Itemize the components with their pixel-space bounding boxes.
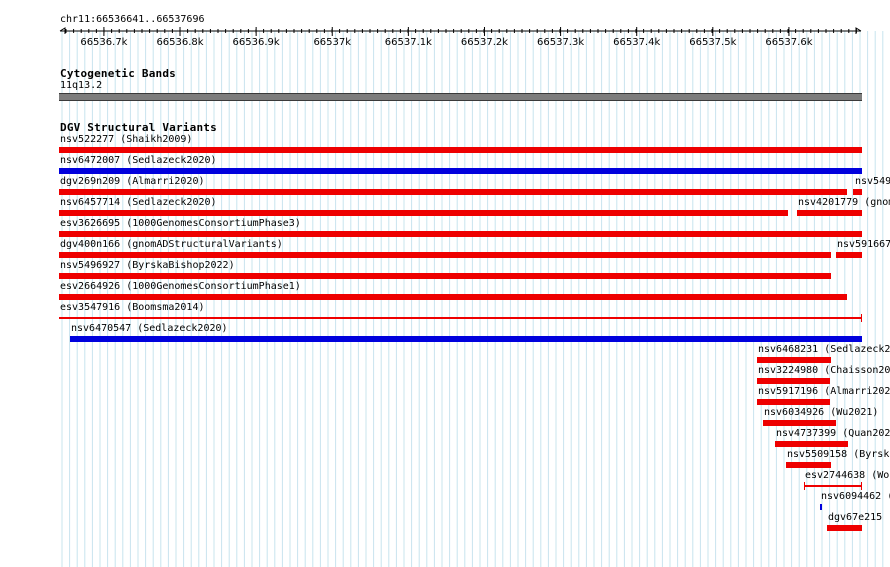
sv-feature-label: nsv6470547 (Sedlazeck2020)	[71, 323, 228, 334]
sv-feature-label: nsv5917196 (Almarri202	[758, 386, 890, 397]
sv-feature-bar[interactable]	[757, 357, 831, 363]
sv-feature-label: nsv6457714 (Sedlazeck2020)	[60, 197, 217, 208]
sv-feature-label: esv2744638 (Wor	[805, 470, 890, 481]
sv-feature[interactable]: nsv4201779 (gnom	[797, 197, 890, 218]
sv-feature[interactable]: nsv6094462 (	[820, 491, 890, 512]
sv-feature-end-cap	[861, 482, 862, 490]
sv-feature-label: nsv522277 (Shaikh2009)	[60, 134, 193, 145]
sv-feature-bar[interactable]	[59, 273, 831, 279]
sv-feature-bar[interactable]	[757, 399, 830, 405]
sv-feature-label: nsv6472007 (Sedlazeck2020)	[60, 155, 217, 166]
sv-feature[interactable]: nsv3224980 (Chaisson20	[757, 365, 890, 386]
sv-feature[interactable]: nsv5917196 (Almarri202	[757, 386, 890, 407]
sv-feature-label: nsv6034926 (Wu2021)	[764, 407, 879, 418]
sv-feature-label: esv2664926 (1000GenomesConsortiumPhase1)	[60, 281, 301, 292]
sv-feature-label: nsv3224980 (Chaisson20	[758, 365, 890, 376]
sv-feature-end-cap	[861, 314, 862, 322]
sv-feature[interactable]: nsv6034926 (Wu2021)	[763, 407, 878, 428]
sv-feature-label: esv3547916 (Boomsma2014)	[60, 302, 205, 313]
sv-feature[interactable]: nsv6468231 (Sedlazeck2	[757, 344, 890, 365]
sv-feature-label: nsv591667	[837, 239, 890, 250]
sv-feature[interactable]: nsv522277 (Shaikh2009)	[59, 134, 862, 155]
sv-feature[interactable]: dgv269n209 (Almarri2020)	[59, 176, 847, 197]
sv-feature-bar[interactable]	[59, 168, 862, 174]
sv-feature-bar[interactable]	[70, 336, 862, 342]
sv-feature-bar[interactable]	[827, 525, 862, 531]
sv-feature[interactable]: nsv6472007 (Sedlazeck2020)	[59, 155, 862, 176]
sv-feature-bar[interactable]	[59, 294, 847, 300]
sv-feature-label: nsv549	[855, 176, 890, 187]
sv-feature-label: nsv6468231 (Sedlazeck2	[758, 344, 890, 355]
sv-feature[interactable]: esv2664926 (1000GenomesConsortiumPhase1)	[59, 281, 847, 302]
sv-feature-bar[interactable]	[59, 189, 847, 195]
sv-feature[interactable]: nsv549	[853, 176, 890, 197]
sv-feature-bar[interactable]	[836, 252, 862, 258]
sv-feature-bar[interactable]	[763, 420, 836, 426]
sv-feature-label: dgv269n209 (Almarri2020)	[60, 176, 205, 187]
sv-feature[interactable]: esv3547916 (Boomsma2014)	[59, 302, 862, 323]
sv-feature-label: esv3626695 (1000GenomesConsortiumPhase3)	[60, 218, 301, 229]
sv-feature[interactable]: esv2744638 (Wor	[804, 470, 890, 491]
sv-feature-bar[interactable]	[775, 441, 848, 447]
sv-feature-bar[interactable]	[59, 210, 788, 216]
sv-feature-bar[interactable]	[820, 504, 822, 510]
sv-feature-label: nsv5496927 (ByrskaBishop2022)	[60, 260, 235, 271]
sv-feature-bar[interactable]	[757, 378, 830, 384]
sv-feature-bar[interactable]	[797, 210, 862, 216]
sv-feature-label: nsv6094462 (	[821, 491, 890, 502]
sv-feature[interactable]: nsv4737399 (Quan202	[775, 428, 890, 449]
sv-feature-label: nsv5509158 (Byrsk	[787, 449, 890, 460]
sv-feature-bar[interactable]	[804, 485, 862, 487]
sv-feature-bar[interactable]	[59, 231, 862, 237]
sv-feature-label: dgv400n166 (gnomADStructuralVariants)	[60, 239, 283, 250]
sv-feature-label: nsv4737399 (Quan202	[776, 428, 890, 439]
sv-feature-label: nsv4201779 (gnom	[798, 197, 890, 208]
sv-feature-label: dgv67e215	[828, 512, 883, 523]
sv-feature-bar[interactable]	[59, 317, 862, 319]
sv-feature-bar[interactable]	[853, 189, 862, 195]
sv-feature[interactable]: nsv5509158 (Byrsk	[786, 449, 889, 470]
sv-feature[interactable]: dgv400n166 (gnomADStructuralVariants)	[59, 239, 831, 260]
sv-feature[interactable]: nsv6470547 (Sedlazeck2020)	[70, 323, 862, 344]
dgv-feature-area: nsv522277 (Shaikh2009) nsv6472007 (Sedlaz…	[0, 0, 890, 567]
sv-feature[interactable]: nsv5496927 (ByrskaBishop2022)	[59, 260, 831, 281]
sv-feature[interactable]: dgv67e215	[827, 512, 882, 533]
sv-feature[interactable]: esv3626695 (1000GenomesConsortiumPhase3)	[59, 218, 862, 239]
sv-feature-bar[interactable]	[59, 252, 831, 258]
sv-feature-bar[interactable]	[786, 462, 831, 468]
sv-feature[interactable]: nsv591667	[836, 239, 890, 260]
sv-feature-bar[interactable]	[59, 147, 862, 153]
sv-feature[interactable]: nsv6457714 (Sedlazeck2020)	[59, 197, 788, 218]
sv-feature-start-cap	[804, 482, 805, 490]
